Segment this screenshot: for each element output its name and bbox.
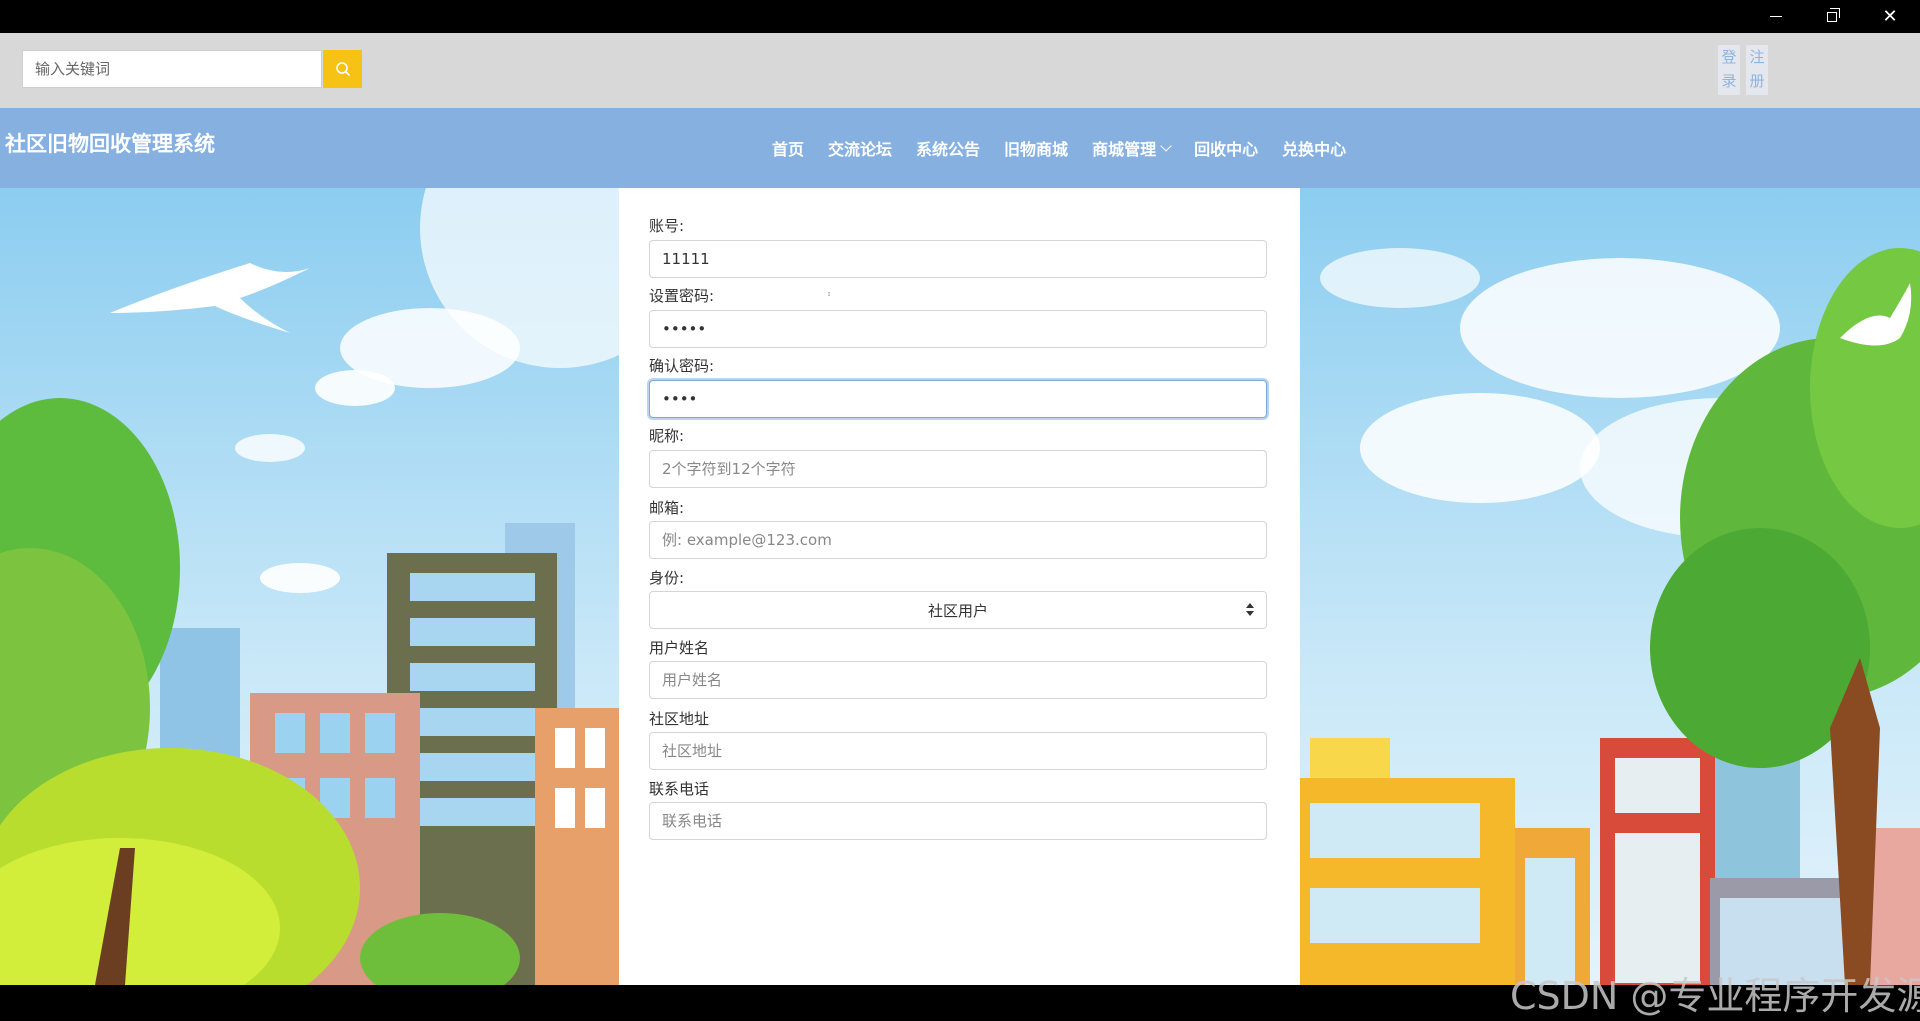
watermark-text: CSDN @专业程序开发源 <box>1510 974 1920 1018</box>
nav-item-mall-management[interactable]: 商城管理 <box>1092 136 1172 160</box>
window-titlebar: ✕ <box>0 0 1920 33</box>
nav-item-secondhand-mall[interactable]: 旧物商城 <box>1004 136 1068 160</box>
password-label: 设置密码: <box>649 287 715 305</box>
browser-viewport: 登录 注册 社区旧物回收管理系统 首页 交流论坛 系统公告 旧物商城 商城管理 … <box>0 33 1920 985</box>
register-button[interactable]: 注册 <box>1746 45 1768 95</box>
minimize-icon[interactable] <box>1748 0 1804 33</box>
nav-item-exchange-center[interactable]: 兑换中心 <box>1282 136 1346 160</box>
account-label: 账号: <box>649 217 685 235</box>
main-navbar: 社区旧物回收管理系统 首页 交流论坛 系统公告 旧物商城 商城管理 回收中心 兑… <box>0 108 1920 188</box>
site-logo[interactable]: 社区旧物回收管理系统 <box>5 128 215 158</box>
account-input[interactable] <box>649 240 1267 278</box>
text-cursor-icon <box>828 292 830 296</box>
phone-label: 联系电话 <box>649 780 710 798</box>
address-input[interactable] <box>649 732 1267 770</box>
nav-item-mall-management-label: 商城管理 <box>1092 140 1157 159</box>
password-input[interactable] <box>649 310 1267 348</box>
email-label: 邮箱: <box>649 499 685 517</box>
login-button[interactable]: 登录 <box>1718 45 1740 95</box>
nav-item-home[interactable]: 首页 <box>772 136 804 160</box>
search-input[interactable] <box>22 50 322 88</box>
close-icon[interactable]: ✕ <box>1862 0 1918 33</box>
phone-input[interactable] <box>649 802 1267 840</box>
register-form: 账号: 设置密码: 确认密码: 昵称: 邮箱: 身份: 社区用户 用户姓名 社区… <box>619 188 1300 985</box>
top-header: 登录 注册 <box>0 33 1920 108</box>
address-label: 社区地址 <box>649 710 710 728</box>
nav-item-forum[interactable]: 交流论坛 <box>828 136 892 160</box>
chevron-down-icon <box>1160 139 1172 152</box>
restore-icon[interactable] <box>1804 0 1860 33</box>
nickname-input[interactable] <box>649 450 1267 488</box>
nav-item-announcements[interactable]: 系统公告 <box>916 136 980 160</box>
search-button[interactable] <box>323 50 362 88</box>
identity-select[interactable]: 社区用户 <box>649 591 1267 629</box>
identity-select-value: 社区用户 <box>927 601 988 620</box>
username-label: 用户姓名 <box>649 639 710 657</box>
nav-menu: 首页 交流论坛 系统公告 旧物商城 商城管理 回收中心 兑换中心 <box>760 108 1358 188</box>
email-input[interactable] <box>649 521 1267 559</box>
nickname-label: 昵称: <box>649 427 685 445</box>
confirm-password-input[interactable] <box>649 380 1267 418</box>
username-input[interactable] <box>649 661 1267 699</box>
nav-item-recycle-center[interactable]: 回收中心 <box>1194 136 1258 160</box>
identity-label: 身份: <box>649 569 685 587</box>
search-icon <box>335 62 350 77</box>
select-arrows-icon <box>1246 603 1254 617</box>
confirm-password-label: 确认密码: <box>649 357 715 375</box>
